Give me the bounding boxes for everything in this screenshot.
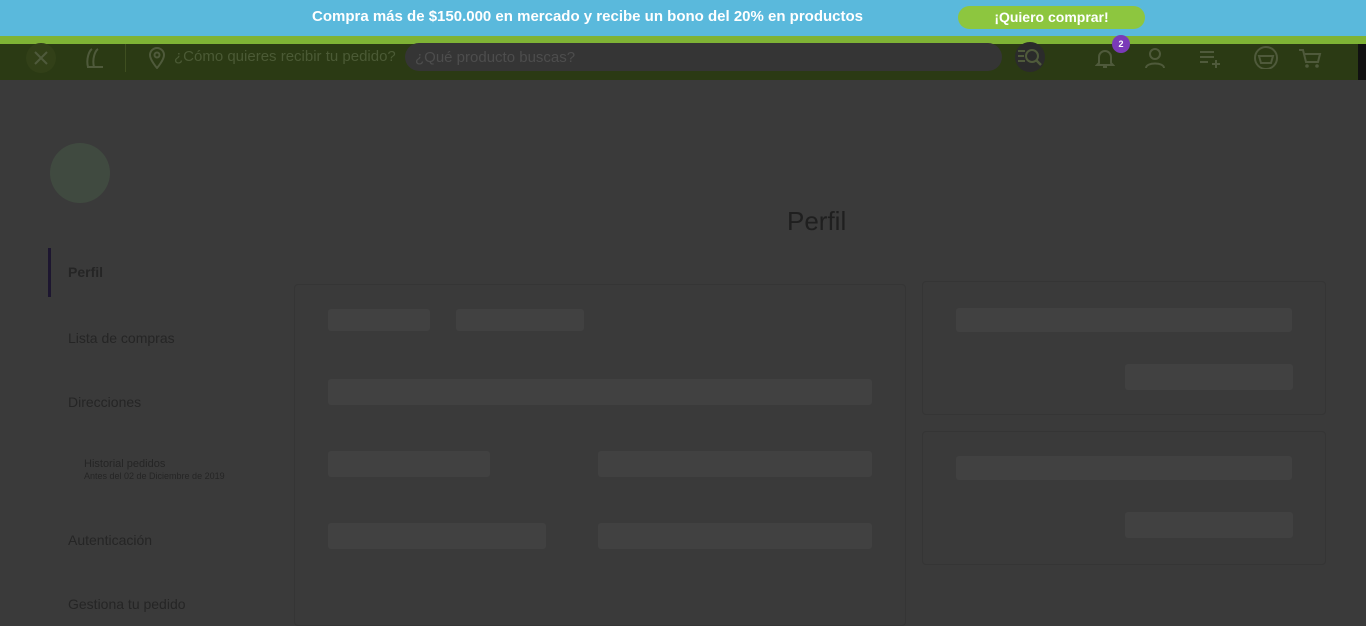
sidebar-item-lista-de-compras[interactable]: Lista de compras (68, 330, 175, 346)
loading-placeholder (956, 308, 1292, 332)
avatar (50, 143, 110, 203)
sidebar-item-gestiona-tu-pedido[interactable]: Gestiona tu pedido (68, 596, 186, 612)
sidebar-item-sublabel: Antes del 02 de Diciembre de 2019 (84, 471, 225, 481)
loading-placeholder (598, 451, 872, 477)
brand-logo-icon[interactable] (82, 44, 108, 72)
promo-buy-button[interactable]: ¡Quiero comprar! (958, 6, 1145, 29)
page-title: Perfil (787, 206, 847, 236)
cart-icon[interactable] (1297, 44, 1323, 72)
loading-placeholder (328, 379, 872, 405)
loading-placeholder (1125, 364, 1293, 390)
loading-placeholder (956, 456, 1292, 480)
side-card-top (922, 281, 1326, 415)
basket-icon[interactable] (1252, 42, 1280, 72)
loading-placeholder (328, 523, 546, 549)
search-input[interactable] (413, 48, 997, 67)
side-card-bottom (922, 431, 1326, 565)
loading-placeholder (328, 451, 490, 477)
loading-placeholder (328, 309, 430, 331)
notification-badge: 2 (1112, 35, 1130, 53)
user-icon[interactable] (1143, 44, 1167, 72)
header-divider (125, 44, 126, 72)
promo-text: Compra más de $150.000 en mercado y reci… (312, 8, 864, 25)
search-bar (405, 43, 1002, 71)
active-nav-indicator (48, 248, 51, 297)
location-pin-icon[interactable] (146, 44, 168, 72)
close-icon[interactable] (26, 43, 56, 73)
loading-placeholder (598, 523, 872, 549)
sidebar-item-direcciones[interactable]: Direcciones (68, 394, 141, 410)
sidebar-item-label: Historial pedidos (84, 458, 166, 470)
sidebar-item-autenticacion[interactable]: Autenticación (68, 532, 152, 548)
delivery-method-selector[interactable]: ¿Cómo quieres recibir tu pedido? (174, 48, 396, 65)
shopping-list-icon[interactable] (1197, 44, 1223, 72)
search-button[interactable] (1015, 42, 1045, 72)
sidebar-item-perfil[interactable]: Perfil (68, 264, 103, 280)
scrollbar-track (1358, 44, 1366, 80)
promo-banner: Compra más de $150.000 en mercado y reci… (0, 0, 1366, 36)
loading-placeholder (456, 309, 584, 331)
loading-placeholder (1125, 512, 1293, 538)
profile-form-card (294, 284, 906, 626)
